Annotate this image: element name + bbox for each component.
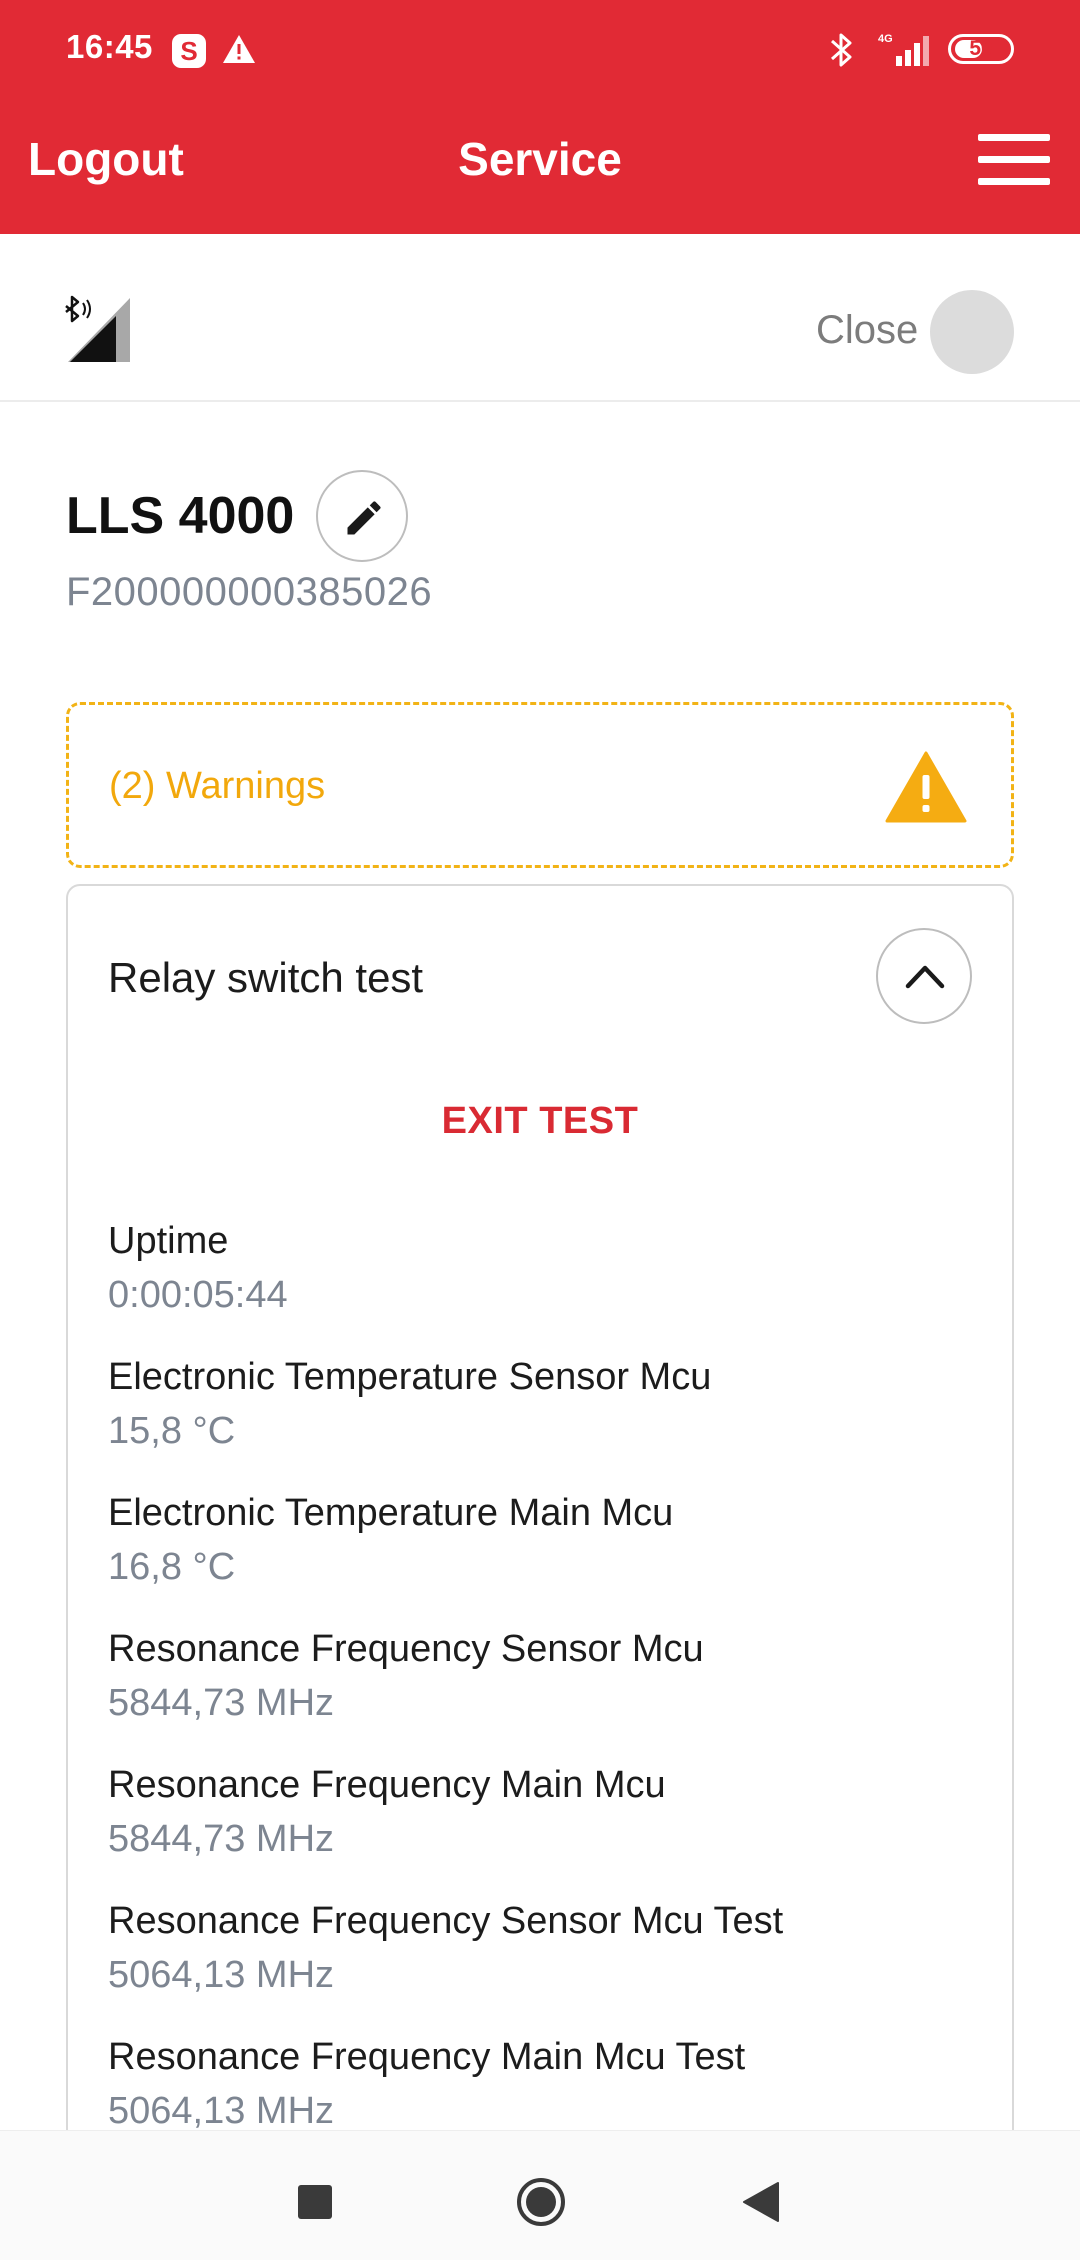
status-time: 16:45 [66,28,153,65]
exit-test-button[interactable]: EXIT TEST [68,1100,1012,1143]
alert-notification-icon [223,35,255,63]
edit-name-button[interactable] [316,470,408,562]
back-icon[interactable] [740,2181,780,2223]
bluetooth-signal-icon [65,295,130,362]
metric-label: Electronic Temperature Main Mcu [108,1492,674,1534]
metric-value: 5844,73 MHz [108,1682,335,1724]
app-bar: Logout Service [0,112,1080,234]
metrics-list: Uptime 0:00:05:44 Electronic Temperature… [108,1216,968,2168]
battery-level: 50 [969,37,993,60]
close-toggle-label: Close [816,308,919,352]
collapse-button[interactable] [876,928,972,1024]
svg-text:4G: 4G [878,33,893,45]
metric-value: 15,8 °C [108,1410,236,1452]
close-toggle[interactable] [930,290,1014,374]
status-bar: 16:45 S 4G 50 [0,0,1080,100]
metric-label: Uptime [108,1220,229,1262]
hamburger-menu-icon[interactable] [978,130,1050,190]
device-connection-bar: Close [0,234,1080,402]
top-header: 16:45 S 4G 50 Logout Service [0,0,1080,234]
metric-label: Resonance Frequency Sensor Mcu Test [108,1900,784,1942]
home-icon[interactable] [516,2177,566,2227]
warning-triangle-icon [885,751,967,823]
metric-value: 5064,13 MHz [108,1954,335,1996]
chevron-up-icon [905,965,945,989]
warnings-label: (2) Warnings [109,765,326,807]
metric-item: Electronic Temperature Main Mcu 16,8 °C [108,1488,968,1624]
system-nav-bar [0,2130,1080,2260]
metric-label: Electronic Temperature Sensor Mcu [108,1356,712,1398]
warnings-banner[interactable]: (2) Warnings [66,702,1014,868]
metric-label: Resonance Frequency Main Mcu [108,1764,666,1806]
metric-value: 5064,13 MHz [108,2090,335,2132]
metric-value: 0:00:05:44 [108,1274,288,1316]
recents-icon[interactable] [298,2185,332,2219]
metric-item: Resonance Frequency Sensor Mcu Test 5064… [108,1896,968,2032]
metric-item: Resonance Frequency Main Mcu 5844,73 MHz [108,1760,968,1896]
metric-label: Resonance Frequency Sensor Mcu [108,1628,704,1670]
metric-value: 16,8 °C [108,1546,236,1588]
metric-label: Resonance Frequency Main Mcu Test [108,2036,746,2078]
device-serial: F200000000385026 [66,570,433,614]
relay-test-card: Relay switch test EXIT TEST Uptime 0:00:… [66,884,1014,2260]
battery-icon: 50 [948,34,1014,64]
logout-button[interactable]: Logout [28,132,184,186]
metric-item: Resonance Frequency Sensor Mcu 5844,73 M… [108,1624,968,1760]
pencil-icon [347,501,381,535]
device-name: LLS 4000 [66,487,295,545]
metric-item: Uptime 0:00:05:44 [108,1216,968,1352]
app-notification-icon: S [172,34,206,68]
metric-value: 5844,73 MHz [108,1818,335,1860]
metric-item: Electronic Temperature Sensor Mcu 15,8 °… [108,1352,968,1488]
cellular-signal-icon: 4G [878,33,929,66]
test-title: Relay switch test [108,954,424,1001]
bluetooth-icon [831,33,852,67]
